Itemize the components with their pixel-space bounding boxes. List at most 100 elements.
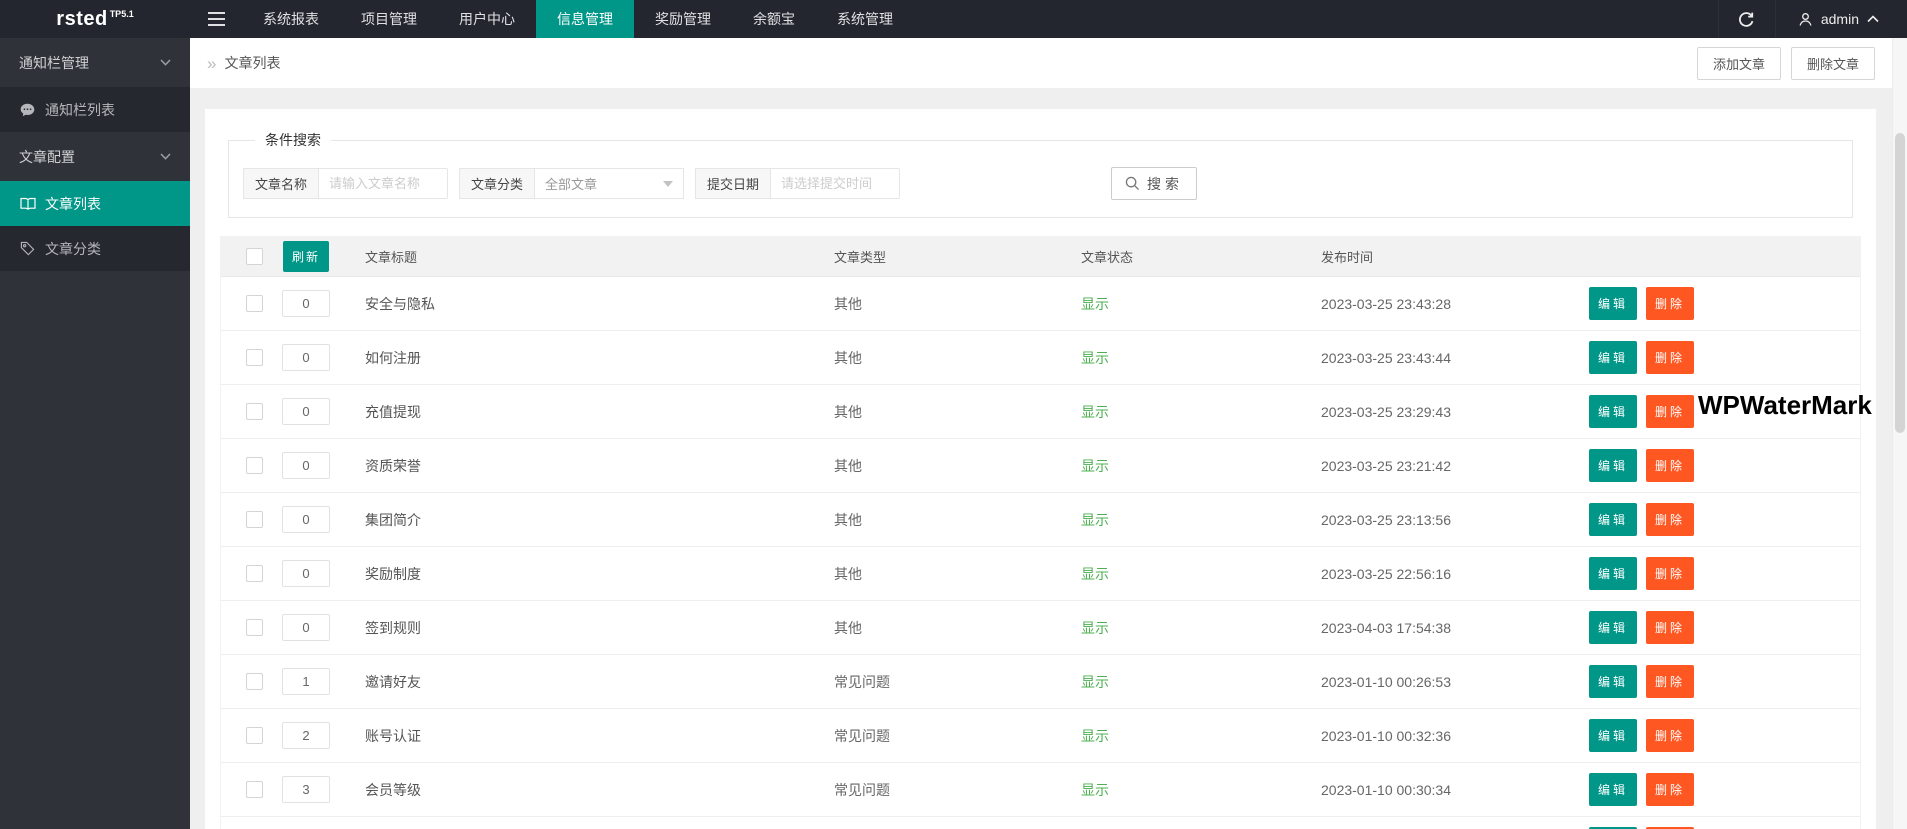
search-icon bbox=[1125, 176, 1140, 191]
row-checkbox[interactable] bbox=[246, 403, 263, 420]
header-article-status: 文章状态 bbox=[1081, 247, 1321, 266]
edit-button[interactable]: 编辑 bbox=[1589, 341, 1637, 374]
article-category-label: 文章分类 bbox=[459, 168, 534, 199]
nav-item[interactable]: 系统管理 bbox=[816, 0, 914, 38]
article-title: 集团简介 bbox=[365, 512, 421, 528]
status-link[interactable]: 显示 bbox=[1081, 512, 1109, 528]
delete-button[interactable]: 删除 bbox=[1646, 341, 1694, 374]
nav-item[interactable]: 奖励管理 bbox=[634, 0, 732, 38]
logo-text: rsted bbox=[56, 8, 107, 31]
app-logo[interactable]: rsted TP5.1 bbox=[0, 0, 190, 38]
sort-order-input[interactable] bbox=[282, 560, 330, 587]
search-button[interactable]: 搜索 bbox=[1111, 167, 1197, 200]
delete-button[interactable]: 删除 bbox=[1646, 557, 1694, 590]
sidebar-item[interactable]: 文章分类 bbox=[0, 226, 190, 271]
edit-button[interactable]: 编辑 bbox=[1589, 287, 1637, 320]
nav-item[interactable]: 系统报表 bbox=[242, 0, 340, 38]
nav-item[interactable]: 余额宝 bbox=[732, 0, 816, 38]
header-article-title: 文章标题 bbox=[349, 247, 834, 266]
menu-toggle-icon[interactable] bbox=[190, 0, 242, 38]
sort-order-input[interactable] bbox=[282, 290, 330, 317]
row-checkbox[interactable] bbox=[246, 511, 263, 528]
delete-button[interactable]: 删除 bbox=[1646, 665, 1694, 698]
status-link[interactable]: 显示 bbox=[1081, 674, 1109, 690]
main-content: » 文章列表 添加文章 删除文章 条件搜索 文章名称 文章分类 bbox=[190, 38, 1907, 829]
sort-order-input[interactable] bbox=[282, 668, 330, 695]
delete-button[interactable]: 删除 bbox=[1646, 503, 1694, 536]
edit-button[interactable]: 编辑 bbox=[1589, 503, 1637, 536]
article-category-select[interactable]: 全部文章 bbox=[534, 168, 684, 199]
nav-item[interactable]: 项目管理 bbox=[340, 0, 438, 38]
sidebar-group-header[interactable]: 文章配置 bbox=[0, 132, 190, 181]
article-title: 充值提现 bbox=[365, 404, 421, 420]
chevron-down-icon bbox=[160, 153, 171, 160]
edit-button[interactable]: 编辑 bbox=[1589, 719, 1637, 752]
table-row: 奖励制度 其他 显示 2023-03-25 22:56:16 编辑 删除 bbox=[221, 547, 1860, 601]
breadcrumb-chevrons-icon: » bbox=[207, 55, 216, 72]
edit-button[interactable]: 编辑 bbox=[1589, 395, 1637, 428]
status-link[interactable]: 显示 bbox=[1081, 350, 1109, 366]
edit-button[interactable]: 编辑 bbox=[1589, 449, 1637, 482]
edit-button[interactable]: 编辑 bbox=[1589, 665, 1637, 698]
status-link[interactable]: 显示 bbox=[1081, 782, 1109, 798]
sort-order-input[interactable] bbox=[282, 506, 330, 533]
add-article-button[interactable]: 添加文章 bbox=[1697, 47, 1781, 80]
sidebar-item[interactable]: 文章列表 bbox=[0, 181, 190, 226]
row-checkbox[interactable] bbox=[246, 457, 263, 474]
refresh-icon[interactable] bbox=[1718, 0, 1776, 38]
sort-order-input[interactable] bbox=[282, 344, 330, 371]
sort-order-input[interactable] bbox=[282, 722, 330, 749]
edit-button[interactable]: 编辑 bbox=[1589, 557, 1637, 590]
nav-item[interactable]: 用户中心 bbox=[438, 0, 536, 38]
page-scrollbar[interactable] bbox=[1892, 38, 1907, 829]
sidebar-item[interactable]: 通知栏列表 bbox=[0, 87, 190, 132]
status-link[interactable]: 显示 bbox=[1081, 404, 1109, 420]
main-nav: 系统报表 项目管理 用户中心 信息管理 奖励管理 余额宝 系统管理 bbox=[242, 0, 914, 38]
row-checkbox[interactable] bbox=[246, 295, 263, 312]
delete-button[interactable]: 删除 bbox=[1646, 719, 1694, 752]
row-checkbox[interactable] bbox=[246, 565, 263, 582]
delete-button[interactable]: 删除 bbox=[1646, 287, 1694, 320]
article-name-input[interactable] bbox=[318, 168, 448, 199]
delete-article-button[interactable]: 删除文章 bbox=[1791, 47, 1875, 80]
status-link[interactable]: 显示 bbox=[1081, 620, 1109, 636]
status-link[interactable]: 显示 bbox=[1081, 296, 1109, 312]
refresh-button[interactable]: 刷新 bbox=[283, 241, 329, 272]
status-link[interactable]: 显示 bbox=[1081, 728, 1109, 744]
edit-button[interactable]: 编辑 bbox=[1589, 611, 1637, 644]
table-row: 签到规则 其他 显示 2023-04-03 17:54:38 编辑 删除 bbox=[221, 601, 1860, 655]
delete-button[interactable]: 删除 bbox=[1646, 611, 1694, 644]
delete-button[interactable]: 删除 bbox=[1646, 449, 1694, 482]
nav-item[interactable]: 信息管理 bbox=[536, 0, 634, 38]
delete-button[interactable]: 删除 bbox=[1646, 773, 1694, 806]
scrollbar-thumb[interactable] bbox=[1895, 133, 1905, 433]
status-link[interactable]: 显示 bbox=[1081, 566, 1109, 582]
row-checkbox[interactable] bbox=[246, 349, 263, 366]
search-panel: 条件搜索 文章名称 文章分类 全部文章 提交日期 bbox=[228, 130, 1853, 218]
sort-order-input[interactable] bbox=[282, 452, 330, 479]
publish-time: 2023-01-10 00:26:53 bbox=[1321, 674, 1451, 690]
select-all-checkbox[interactable] bbox=[246, 248, 263, 265]
sort-order-input[interactable] bbox=[282, 776, 330, 803]
header-publish-time: 发布时间 bbox=[1321, 247, 1572, 266]
submit-date-input[interactable] bbox=[770, 168, 900, 199]
edit-button[interactable]: 编辑 bbox=[1589, 773, 1637, 806]
logo-version: TP5.1 bbox=[110, 9, 134, 19]
publish-time: 2023-01-10 00:30:34 bbox=[1321, 782, 1451, 798]
row-checkbox[interactable] bbox=[246, 781, 263, 798]
row-checkbox[interactable] bbox=[246, 727, 263, 744]
delete-button[interactable]: 删除 bbox=[1646, 395, 1694, 428]
sort-order-input[interactable] bbox=[282, 614, 330, 641]
article-type: 其他 bbox=[834, 458, 862, 474]
article-type: 其他 bbox=[834, 620, 862, 636]
username: admin bbox=[1821, 11, 1859, 27]
article-type: 其他 bbox=[834, 350, 862, 366]
sidebar-group-header[interactable]: 通知栏管理 bbox=[0, 38, 190, 87]
row-checkbox[interactable] bbox=[246, 619, 263, 636]
status-link[interactable]: 显示 bbox=[1081, 458, 1109, 474]
publish-time: 2023-03-25 23:29:43 bbox=[1321, 404, 1451, 420]
chevron-down-icon bbox=[160, 59, 171, 66]
row-checkbox[interactable] bbox=[246, 673, 263, 690]
user-menu[interactable]: admin bbox=[1776, 0, 1907, 38]
sort-order-input[interactable] bbox=[282, 398, 330, 425]
